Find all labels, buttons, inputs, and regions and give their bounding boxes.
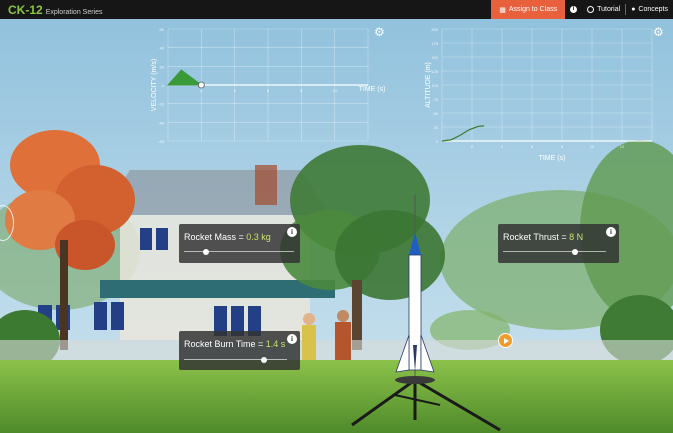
y-tick-label: 20	[160, 64, 165, 69]
y-tick-label: 100	[431, 83, 438, 88]
x-tick-label: 8	[561, 144, 564, 149]
x-tick-label: 10	[590, 144, 595, 149]
top-bar: CK-12 Exploration Series ▦ Assign to Cla…	[0, 0, 673, 19]
y-tick-label: 50	[434, 111, 439, 116]
y-tick-label: 25	[434, 125, 439, 130]
tutorial-label: Tutorial	[597, 6, 621, 13]
y-axis-label: ALTITUDE (m)	[425, 62, 432, 108]
x-tick-label: 4	[501, 144, 504, 149]
x-tick-label: 6	[531, 144, 534, 149]
y-tick-label: 60	[160, 27, 165, 32]
altitude-gear-icon[interactable]: ⚙	[653, 26, 664, 38]
rocket-thrust-slider-thumb[interactable]	[572, 248, 579, 255]
series-line	[441, 125, 485, 142]
assign-to-class-button[interactable]: ▦ Assign to Class	[491, 0, 566, 19]
y-tick-label: -40	[158, 120, 165, 125]
lightbulb-icon: ●	[631, 6, 636, 13]
rocket-thrust-label: Rocket Thrust = 8 N	[503, 232, 584, 242]
x-tick-label: 12	[620, 144, 625, 149]
launch-play-button[interactable]	[498, 333, 513, 348]
rocket-burn-time-value: 1.4 s	[265, 339, 286, 349]
x-tick-label: 8	[300, 88, 303, 93]
y-tick-label: 75	[434, 97, 439, 102]
rocket-mass-slider-thumb[interactable]	[203, 248, 209, 255]
rocket-mass-value: 0.3 kg	[246, 232, 271, 242]
logo: CK-12 Exploration Series	[8, 3, 103, 17]
rocket-burn-time-slider[interactable]	[184, 356, 287, 363]
concepts-label: Concepts	[638, 6, 668, 13]
x-tick-label: 2	[200, 88, 203, 93]
y-tick-label: -60	[158, 139, 165, 144]
logo-mark: CK-12	[8, 2, 43, 17]
rocket-burn-time-panel: Rocket Burn Time = 1.4 s i	[179, 331, 300, 370]
y-tick-label: 0	[162, 83, 165, 88]
info-button[interactable]: i	[565, 6, 582, 13]
rocket-thrust-panel: Rocket Thrust = 8 N i	[498, 224, 619, 263]
tutorial-icon	[587, 6, 595, 13]
info-icon: i	[570, 6, 578, 13]
y-tick-label: 40	[160, 46, 165, 51]
series-area	[166, 69, 203, 86]
y-tick-label: 150	[431, 55, 438, 60]
y-axis-label: VELOCITY (m/s)	[151, 59, 158, 111]
rocket-mass-panel: Rocket Mass = 0.3 kg i	[179, 224, 300, 263]
assign-label: Assign to Class	[508, 6, 558, 13]
rocket-marker	[197, 81, 205, 89]
x-tick-label: 2	[471, 144, 474, 149]
rocket-burn-time-slider-thumb[interactable]	[261, 356, 268, 363]
rocket-thrust-info-icon[interactable]: i	[606, 227, 616, 237]
rocket-thrust-slider[interactable]	[503, 248, 606, 255]
y-tick-label: 0	[436, 139, 439, 144]
rocket-thrust-value: 8 N	[569, 232, 584, 242]
x-tick-label: 4	[234, 88, 237, 93]
series-title: Exploration Series	[45, 8, 103, 16]
y-tick-label: -20	[158, 102, 165, 107]
tutorial-button[interactable]: Tutorial	[582, 6, 625, 13]
rocket-mass-label: Rocket Mass = 0.3 kg	[184, 232, 271, 242]
altitude-graph: 200 175 150 125 100 75 50 25 0 2 4 6 8 10 12 ALTITUDE (…	[425, 27, 653, 162]
velocity-gear-icon[interactable]: ⚙	[374, 26, 385, 38]
rocket-burn-time-info-icon[interactable]: i	[287, 334, 297, 344]
y-tick-label: 200	[431, 27, 438, 32]
x-tick-label: 10	[332, 88, 337, 93]
y-tick-label: 175	[431, 41, 438, 46]
x-axis-label: TIME (s)	[359, 86, 386, 93]
y-tick-label: 125	[431, 69, 438, 74]
rocket-mass-slider[interactable]	[184, 248, 294, 255]
x-axis-label: TIME (s)	[539, 155, 566, 162]
rocket-mass-info-icon[interactable]: i	[287, 227, 297, 237]
concepts-button[interactable]: ● Concepts	[626, 6, 673, 13]
velocity-graph: 60 40 20 0 -20 -40 -60 2 4 6 8 10 VELOCITY (m/s) TIME…	[151, 27, 386, 144]
rocket-burn-time-label: Rocket Burn Time = 1.4 s	[184, 339, 286, 349]
calendar-icon: ▦	[499, 6, 506, 14]
x-tick-label: 6	[267, 88, 270, 93]
